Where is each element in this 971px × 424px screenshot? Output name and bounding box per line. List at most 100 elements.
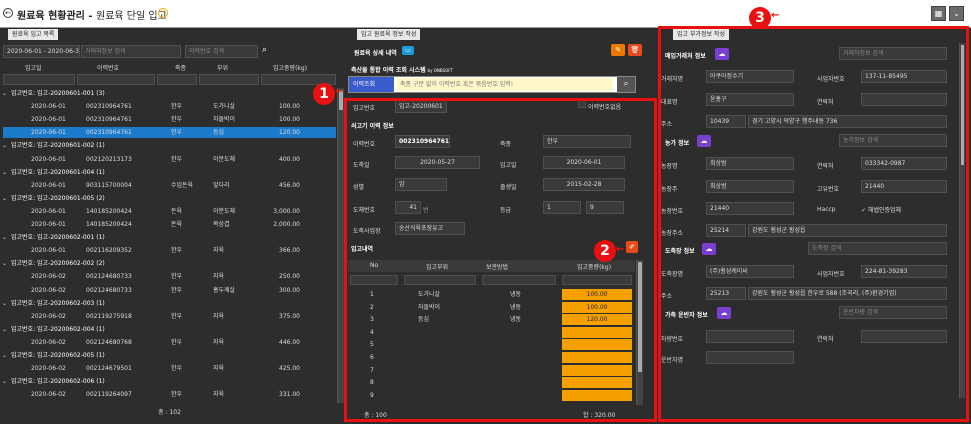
- cell-part: 지육: [213, 273, 225, 281]
- tab-inbound-list[interactable]: 원료육 입고 목록: [8, 29, 59, 40]
- callout-arrow-1-icon: ←: [335, 86, 344, 97]
- table-row[interactable]: 2020-06-02 002124680768 한우 지육 446.00: [3, 337, 336, 348]
- cell-date: 2020-06-02: [31, 338, 66, 346]
- back-icon[interactable]: ←: [3, 8, 13, 18]
- table-row[interactable]: 2020-06-02 002124679501 한우 지육 425.00: [3, 363, 336, 374]
- cell-date: 2020-06-01: [31, 207, 66, 215]
- table-row[interactable]: 2020-06-01 903115700004 수입돈육 앞다리 456.00: [3, 180, 336, 191]
- table-row[interactable]: 2020-06-01 002120213173 한우 이분도체 400.00: [3, 154, 336, 165]
- cell-lot: 002310964761: [86, 116, 132, 124]
- page-title: 원료육 현황관리 - 원료육 단일 입고: [17, 11, 167, 22]
- cell-weight: 446.00: [279, 338, 300, 346]
- date-range-input[interactable]: 2020-06-01 - 2020-06-30: [3, 45, 80, 58]
- cell-kind: 돈육: [171, 207, 183, 215]
- group-row[interactable]: ⌄ 입고번호: 입고-20200602-002 (2): [2, 258, 336, 269]
- cell-weight: 250.00: [279, 273, 300, 281]
- cell-weight: 456.00: [279, 181, 300, 189]
- column-header[interactable]: 부위: [217, 63, 228, 72]
- table-row[interactable]: 2020-06-01 140185200424 돈육 이분도체 3,000.00: [3, 206, 336, 217]
- filter-row: [3, 74, 336, 86]
- delete-icon[interactable]: 🗑: [628, 44, 642, 56]
- cell-weight: 375.00: [279, 312, 300, 320]
- cell-weight: 3,000.00: [273, 207, 300, 215]
- group-row[interactable]: ⌄ 입고번호: 입고-20200602-005 (1): [2, 350, 336, 361]
- app-title: 원료육 현황관리: [17, 11, 85, 22]
- cell-part: 지육: [213, 247, 225, 255]
- trace-input[interactable]: 축종 구분 없이 이력번호 혹은 묶음번호 입력!: [397, 78, 613, 91]
- column-header[interactable]: 입고중량(kg): [273, 63, 307, 72]
- column-header[interactable]: 축종: [175, 63, 186, 72]
- table-row[interactable]: 2020-06-01 002310964761 한우 도가니살 100.00: [3, 101, 336, 112]
- edit-icon[interactable]: ✎: [611, 44, 625, 56]
- group-label: 입고번호: 입고-20200602-004 (1): [11, 325, 105, 333]
- cell-kind: 수입돈육: [171, 181, 194, 189]
- column-header[interactable]: 이력번호: [97, 63, 119, 72]
- group-row[interactable]: ⌄ 입고번호: 입고-20200601-004 (1): [2, 167, 336, 178]
- table-row[interactable]: 2020-06-02 002124680733 한우 홍두깨살 300.00: [3, 285, 336, 296]
- cell-kind: 한우: [171, 312, 183, 320]
- cell-part: 지육: [213, 365, 225, 373]
- filter-lot[interactable]: [77, 74, 155, 85]
- chevron-down-icon[interactable]: ⌄: [2, 298, 7, 309]
- group-row[interactable]: ⌄ 입고번호: 입고-20200602-004 (1): [2, 324, 336, 335]
- table-row[interactable]: 2020-06-01 002310964761 한우 등심 120.00: [3, 127, 336, 139]
- cell-part: 지육: [213, 391, 225, 399]
- cell-date: 2020-06-02: [31, 286, 66, 294]
- cell-part: 등심: [213, 129, 225, 137]
- cell-lot: 140185200424: [86, 207, 132, 215]
- cell-kind: 한우: [171, 103, 183, 111]
- chevron-down-icon[interactable]: ⌄: [2, 140, 7, 151]
- chevron-down-icon[interactable]: ⌄: [2, 232, 7, 243]
- filter-part[interactable]: [199, 74, 259, 85]
- cell-weight: 100.00: [279, 116, 300, 124]
- filter-kind[interactable]: [157, 74, 197, 85]
- trace-search-bar: 이력조회 축종 구분 없이 이력번호 혹은 묶음번호 입력! ⌕: [348, 76, 636, 93]
- cell-kind: 한우: [171, 391, 183, 399]
- grid-icon[interactable]: ▦: [931, 6, 946, 21]
- table-row[interactable]: 2020-06-02 002119264097 한우 지육 331.00: [3, 389, 336, 400]
- chevron-down-icon[interactable]: ⌄: [2, 350, 7, 361]
- cell-lot: 002310964761: [86, 103, 132, 111]
- inbound-list-panel: 원료육 입고 목록 2020-06-01 - 2020-06-30 거래처정보 …: [0, 29, 345, 424]
- chevron-down-icon[interactable]: ⌄: [2, 258, 7, 269]
- cell-weight: 2,000.00: [273, 221, 300, 228]
- chevron-down-icon[interactable]: ⌄: [2, 88, 7, 99]
- table-row[interactable]: 2020-06-02 002119275918 한우 지육 375.00: [3, 311, 336, 322]
- chevron-down-icon[interactable]: ⌄: [2, 193, 7, 204]
- cell-date: 2020-06-01: [31, 129, 66, 137]
- chevron-down-icon[interactable]: ⌄: [2, 167, 7, 178]
- group-row[interactable]: ⌄ 입고번호: 입고-20200602-001 (1): [2, 232, 336, 243]
- tab-inbound-form[interactable]: 입고 원료육 정보 작성: [357, 29, 421, 40]
- cell-lot: 002119275918: [86, 312, 132, 320]
- group-row[interactable]: ⌄ 입고번호: 입고-20200601-005 (2): [2, 193, 336, 204]
- filter-date[interactable]: [3, 74, 75, 85]
- info-icon[interactable]: !: [158, 8, 168, 18]
- chevron-down-icon[interactable]: ⌄: [949, 6, 964, 21]
- table-row[interactable]: 2020-06-01 002116209352 한우 지육 366.00: [3, 245, 336, 256]
- cell-weight: 366.00: [279, 247, 300, 255]
- table-row[interactable]: 2020-06-01 140185200424 돈육 목삼겹 2,000.00: [3, 219, 336, 230]
- group-label: 입고번호: 입고-20200601-001 (3): [11, 90, 105, 97]
- trace-search-icon[interactable]: ⌕: [617, 77, 635, 92]
- trace-lookup-button[interactable]: 이력조회: [349, 77, 394, 92]
- table-scrollbar[interactable]: [337, 88, 344, 403]
- group-row[interactable]: ⌄ 입고번호: 입고-20200601-001 (3): [2, 88, 336, 99]
- lot-search-input[interactable]: 이력번호 검색: [185, 45, 258, 58]
- table-row[interactable]: 2020-06-01 002310964761 한우 자돌박이 100.00: [3, 114, 336, 125]
- column-header[interactable]: 입고일: [25, 63, 42, 72]
- cell-kind: 한우: [171, 273, 183, 281]
- cell-part: 홍두깨살: [213, 286, 236, 294]
- group-label: 입고번호: 입고-20200602-005 (1): [11, 352, 105, 359]
- group-row[interactable]: ⌄ 입고번호: 입고-20200601-002 (1): [2, 140, 336, 151]
- chevron-down-icon[interactable]: ⌄: [2, 324, 7, 335]
- table-row[interactable]: 2020-06-02 002124680733 한우 지육 250.00: [3, 271, 336, 282]
- table-header: 입고일 이력번호 축종 부위 입고중량(kg): [3, 61, 336, 73]
- search-icon[interactable]: ⌕: [262, 45, 272, 56]
- customer-search-input[interactable]: 거래처정보 검색: [81, 45, 181, 58]
- group-row[interactable]: ⌄ 입고번호: 입고-20200602-006 (1): [2, 376, 336, 387]
- detail-heading: 원료육 상세 내역: [354, 50, 397, 57]
- group-row[interactable]: ⌄ 입고번호: 입고-20200602-003 (1): [2, 298, 336, 309]
- callout-arrow-3-icon: ←: [771, 10, 780, 21]
- cell-date: 2020-06-01: [31, 103, 66, 111]
- chevron-down-icon[interactable]: ⌄: [2, 376, 7, 387]
